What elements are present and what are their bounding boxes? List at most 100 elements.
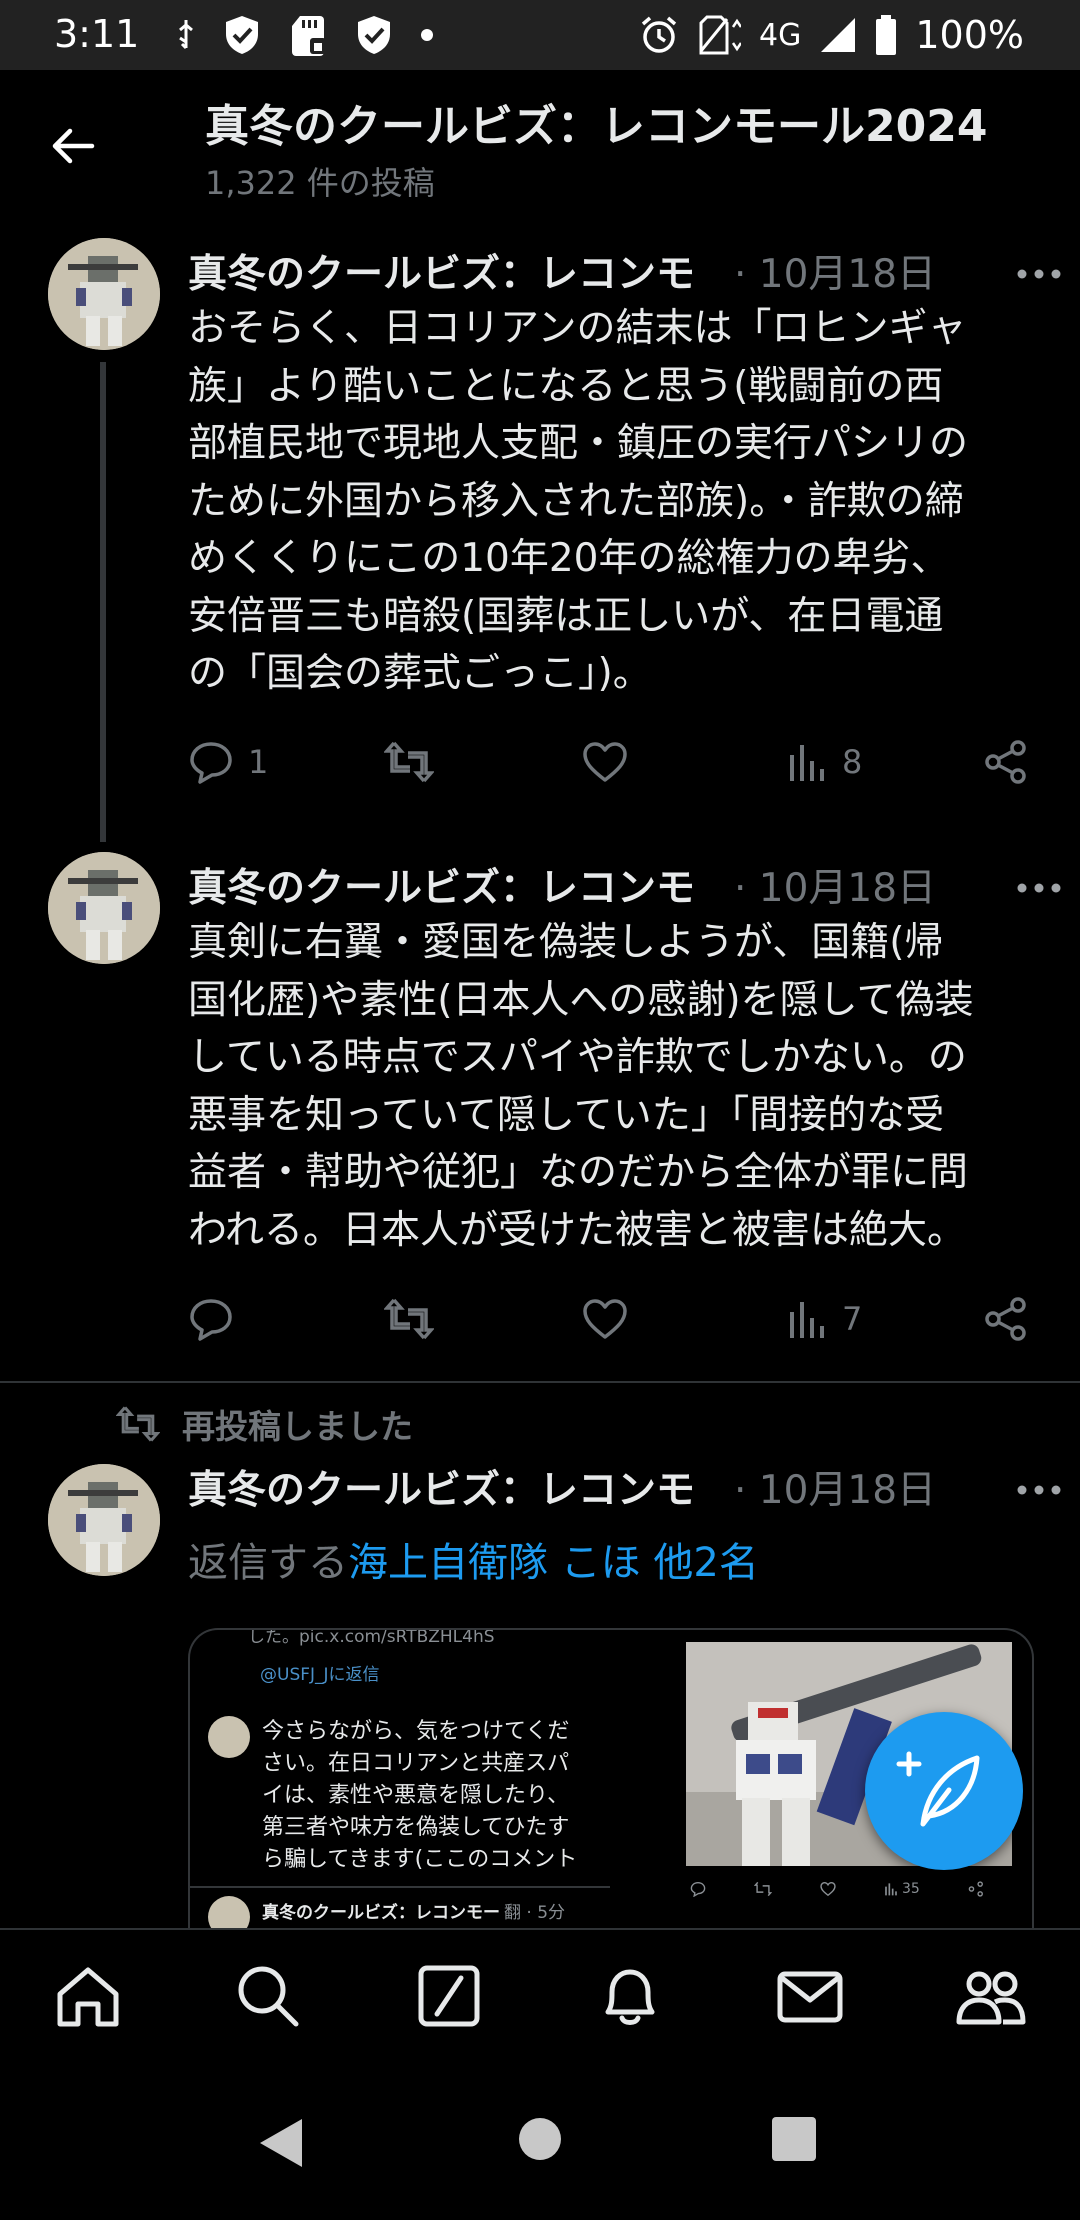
post-actions: 1 8 — [188, 732, 1038, 792]
heart-icon — [583, 1299, 627, 1339]
like-button[interactable] — [582, 732, 642, 792]
views-count: 8 — [842, 743, 863, 781]
more-dots-icon — [1017, 1485, 1061, 1495]
share-button[interactable] — [983, 1289, 1029, 1349]
reply-mentions[interactable]: 海上自衛隊 こほ 他2名 — [348, 1540, 759, 1586]
tab-grok[interactable] — [413, 1960, 485, 2032]
post-header: 真冬のクールビズ：レコンモ · 10月18日 — [188, 1459, 1050, 1515]
avatar[interactable] — [48, 852, 160, 964]
tab-messages[interactable] — [774, 1960, 846, 2032]
repost-label-text: 再投稿しました — [182, 1407, 413, 1446]
square-recents-icon — [772, 2117, 816, 2161]
system-navigation-bar — [0, 2062, 1080, 2220]
grok-icon — [418, 1965, 480, 2027]
repost-button[interactable] — [384, 1289, 448, 1349]
author-name[interactable]: 真冬のクールビズ：レコンモ — [188, 1459, 726, 1515]
post-line: 国化歴)や素性(日本人への感謝)を隠して偽装 — [188, 977, 974, 1023]
divider — [0, 1381, 1080, 1383]
embed-text: 今さらながら、気をつけてくだ さい。在日コリアンと共産スパ イは、素性や悪意を隠… — [262, 1716, 577, 1876]
post-line: めくくりにこの10年20年の総権力の卑劣、 — [188, 536, 950, 581]
post-text: おそらく、日コリアンの結末は「ロヒンギャ 族」より酷いことになると思う(戦闘前の… — [188, 300, 1038, 703]
more-dots-icon — [1017, 883, 1061, 893]
network-type: 4G — [759, 17, 802, 53]
nav-recents-button[interactable] — [772, 2117, 816, 2161]
embed-heart-icon — [820, 1881, 836, 1897]
post[interactable]: 真冬のクールビズ：レコンモ · 10月18日 おそらく、日コリアンの結末は「ロヒ… — [0, 232, 1080, 842]
post-line: の「国会の葬式ごっこ」)。 — [188, 651, 652, 696]
like-button[interactable] — [582, 1289, 642, 1349]
author-name[interactable]: 真冬のクールビズ：レコンモ — [188, 243, 726, 299]
avatar[interactable] — [48, 238, 160, 350]
tab-search[interactable] — [232, 1960, 304, 2032]
reply-icon — [190, 1299, 232, 1341]
system-icons: 4G 100% — [639, 12, 1024, 58]
share-button[interactable] — [983, 732, 1029, 792]
more-options-button[interactable] — [1012, 254, 1066, 294]
robot-figure-avatar-icon — [48, 1464, 160, 1576]
more-options-button[interactable] — [1012, 1470, 1066, 1510]
views-button[interactable]: 8 — [786, 732, 862, 792]
repost-icon — [384, 741, 434, 783]
reply-button[interactable]: 1 — [188, 732, 268, 792]
embed-line: さい。在日コリアンと共産スパ — [262, 1751, 570, 1776]
tab-notifications[interactable] — [594, 1960, 666, 2032]
avatar[interactable] — [48, 1464, 160, 1576]
post-actions: 7 — [188, 1289, 1038, 1349]
alarm-icon — [639, 15, 679, 55]
post-header: 真冬のクールビズ：レコンモ · 10月18日 — [188, 857, 1050, 913]
post-date[interactable]: · 10月18日 — [734, 857, 936, 913]
share-icon — [985, 1297, 1026, 1341]
post-header: 真冬のクールビズ：レコンモ · 10月18日 — [188, 243, 1050, 299]
tab-home[interactable] — [52, 1960, 124, 2032]
bottom-tab-bar — [0, 1928, 1080, 2064]
embed-next-author: 真冬のクールビズ：レコンモー翻 · 5分 — [262, 1903, 566, 1923]
reply-count: 1 — [248, 743, 269, 781]
back-button[interactable] — [46, 118, 102, 174]
repost-label: 再投稿しました — [116, 1400, 413, 1448]
status-bar: 3:11 4G 100% — [0, 0, 1080, 70]
embed-line: 第三者や味方を偽装してひたす — [262, 1815, 570, 1840]
post-line: 部植民地で現地人支配・鎮圧の実行パシリの — [188, 421, 969, 466]
views-chart-icon — [790, 1302, 824, 1338]
repost-icon — [384, 1298, 434, 1340]
post-line: おそらく、日コリアンの結末は「ロヒンギャ — [188, 306, 967, 351]
circle-home-icon — [519, 2118, 561, 2160]
post-date[interactable]: · 10月18日 — [734, 243, 936, 299]
author-name[interactable]: 真冬のクールビズ：レコンモ — [188, 857, 726, 913]
triangle-back-icon — [260, 2119, 302, 2167]
more-options-button[interactable] — [1012, 868, 1066, 908]
views-button[interactable]: 7 — [786, 1289, 862, 1349]
reply-button[interactable] — [188, 1289, 248, 1349]
repost-button[interactable] — [384, 732, 448, 792]
usb-icon — [176, 18, 196, 52]
embed-avatar — [208, 1716, 250, 1758]
status-time: 3:11 — [54, 12, 140, 56]
home-icon — [57, 1967, 119, 2027]
share-icon — [985, 740, 1026, 784]
post-count: 1,322 件の投稿 — [205, 164, 435, 202]
compose-button[interactable] — [865, 1712, 1023, 1870]
embed-share-icon — [968, 1881, 984, 1897]
embed-line: ら騙してきます(ここのコメント — [262, 1847, 578, 1872]
notification-icons — [176, 12, 434, 58]
mail-icon — [777, 1971, 843, 2023]
post-line: 悪事を知っていて隠していた」「間接的な受 — [188, 1092, 945, 1138]
reply-prefix: 返信する — [188, 1540, 348, 1586]
views-count: 7 — [842, 1300, 863, 1338]
nav-back-button[interactable] — [258, 2117, 304, 2169]
battery-percent: 100% — [915, 13, 1024, 57]
nav-home-button[interactable] — [518, 2117, 562, 2161]
embed-line: 今さらながら、気をつけてくだ — [262, 1719, 570, 1744]
post[interactable]: 真冬のクールビズ：レコンモ · 10月18日 真剣に右翼・愛国を偽装しようが、国… — [0, 846, 1080, 1366]
post-line: 安倍晋三も暗殺(国葬は正しいが、在日電通 — [188, 593, 944, 639]
embed-divider — [190, 1886, 610, 1888]
embed-actions: 35 — [686, 1874, 1012, 1904]
post-line: ために外国から移入された部族)。・詐欺の締 — [188, 478, 964, 524]
embed-url: した。pic.x.com/sRTBZHL4hS — [248, 1628, 495, 1647]
battery-icon — [875, 15, 897, 55]
views-chart-icon — [790, 745, 824, 781]
post-date[interactable]: · 10月18日 — [734, 1459, 936, 1515]
tab-communities[interactable] — [955, 1960, 1027, 2032]
thread-line — [100, 362, 106, 842]
communities-icon — [956, 1971, 1026, 2025]
